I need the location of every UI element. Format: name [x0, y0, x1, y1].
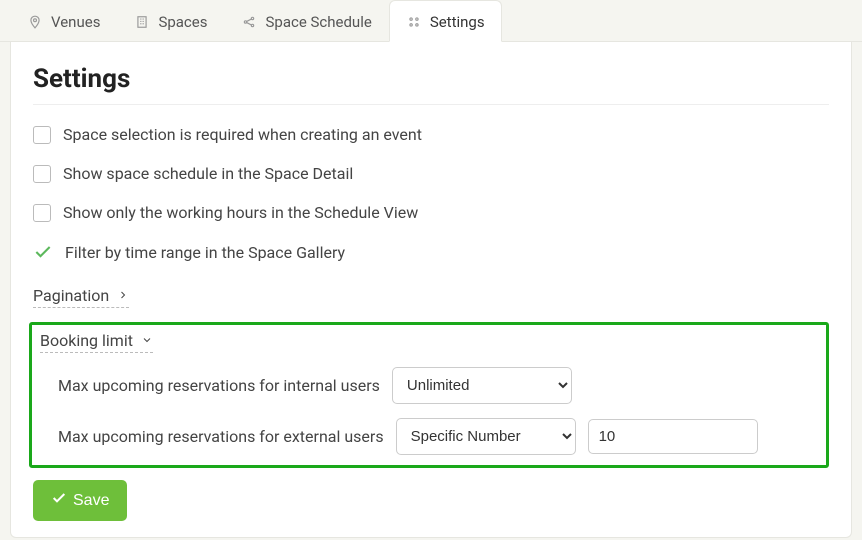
divider: [33, 104, 829, 105]
internal-users-label: Max upcoming reservations for internal u…: [58, 376, 380, 395]
internal-users-row: Max upcoming reservations for internal u…: [58, 367, 818, 404]
tab-venues-label: Venues: [51, 13, 100, 31]
pagination-label: Pagination: [33, 286, 109, 305]
option-space-selection-required: Space selection is required when creatin…: [33, 125, 829, 144]
option-show-space-schedule: Show space schedule in the Space Detail: [33, 164, 829, 183]
tab-settings-label: Settings: [430, 13, 485, 31]
settings-panel: Settings Space selection is required whe…: [10, 42, 852, 538]
tab-schedule-label: Space Schedule: [265, 13, 371, 31]
tab-space-schedule[interactable]: Space Schedule: [224, 0, 388, 41]
option-show-working-hours: Show only the working hours in the Sched…: [33, 203, 829, 222]
internal-users-select[interactable]: Unlimited Specific Number: [392, 367, 572, 404]
pin-icon: [27, 14, 43, 30]
check-icon: [33, 242, 53, 262]
external-users-label: Max upcoming reservations for external u…: [58, 427, 384, 446]
booking-limit-highlight: Booking limit Max upcoming reservations …: [29, 322, 829, 468]
share-icon: [241, 14, 257, 30]
settings-icon: [406, 14, 422, 30]
external-users-row: Max upcoming reservations for external u…: [58, 418, 818, 455]
option-label: Space selection is required when creatin…: [63, 125, 422, 144]
chevron-down-icon: [141, 331, 153, 350]
option-label: Show space schedule in the Space Detail: [63, 164, 353, 183]
checkbox-show-schedule[interactable]: [33, 165, 51, 183]
option-filter-time-range: Filter by time range in the Space Galler…: [33, 242, 829, 262]
tab-bar: Venues Spaces Space Schedule Settings: [0, 0, 862, 42]
booking-limit-label: Booking limit: [40, 331, 133, 350]
save-button[interactable]: Save: [33, 480, 127, 521]
option-label: Filter by time range in the Space Galler…: [65, 243, 345, 262]
checkbox-space-selection[interactable]: [33, 126, 51, 144]
tab-spaces[interactable]: Spaces: [117, 0, 224, 41]
tab-venues[interactable]: Venues: [10, 0, 117, 41]
page-title: Settings: [33, 64, 829, 94]
check-icon: [51, 490, 67, 511]
chevron-right-icon: [117, 286, 129, 305]
pagination-section[interactable]: Pagination: [33, 286, 129, 308]
save-button-label: Save: [73, 492, 109, 510]
checkbox-working-hours[interactable]: [33, 204, 51, 222]
building-icon: [134, 14, 150, 30]
booking-limit-section[interactable]: Booking limit: [40, 331, 153, 353]
external-users-select[interactable]: Unlimited Specific Number: [396, 418, 576, 455]
external-users-number-input[interactable]: [588, 419, 758, 454]
tab-spaces-label: Spaces: [158, 13, 207, 31]
option-label: Show only the working hours in the Sched…: [63, 203, 418, 222]
tab-settings[interactable]: Settings: [389, 0, 502, 42]
